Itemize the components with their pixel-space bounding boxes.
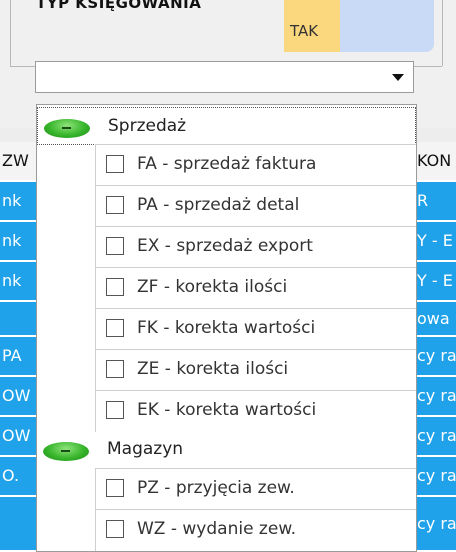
grid-cell[interactable]: cy ra bbox=[415, 337, 456, 375]
dropdown-button[interactable] bbox=[385, 64, 411, 90]
grid-cell[interactable] bbox=[0, 497, 38, 550]
item-label: EK - korekta wartości bbox=[137, 400, 317, 420]
group-header[interactable]: Sprzedaż bbox=[37, 107, 416, 145]
grid-cell[interactable]: cy ra bbox=[415, 417, 456, 455]
checkbox[interactable] bbox=[106, 401, 124, 419]
group-header[interactable]: Magazyn bbox=[37, 431, 416, 469]
list-item[interactable]: PA - sprzedaż detal bbox=[95, 185, 416, 227]
checkbox[interactable] bbox=[106, 319, 124, 337]
checkbox[interactable] bbox=[106, 360, 124, 378]
grid-cell[interactable]: Y - E bbox=[415, 262, 456, 300]
checkbox[interactable] bbox=[106, 479, 124, 497]
group-label: Sprzedaż bbox=[108, 116, 187, 136]
list-item[interactable]: EX - sprzedaż export bbox=[95, 226, 416, 268]
grid-cell[interactable]: nk bbox=[0, 222, 38, 260]
grid-cell[interactable]: OW bbox=[0, 417, 38, 455]
grid-left: ZW nk nk nk PA OW OW O. bbox=[0, 142, 38, 552]
item-label: PZ - przyjęcia zew. bbox=[137, 478, 295, 498]
item-label: FA - sprzedaż faktura bbox=[137, 154, 317, 174]
grid-right: KON R Y - EY - Eowa cy ra cy ra cy ra cy ra cy … bbox=[415, 142, 456, 552]
grid-cell[interactable]: cy ra bbox=[415, 377, 456, 415]
column-header[interactable]: KON bbox=[415, 142, 456, 180]
group-label: Magazyn bbox=[107, 439, 184, 459]
checkbox[interactable] bbox=[106, 278, 124, 296]
grid-cell[interactable]: nk bbox=[0, 182, 38, 220]
collapse-icon[interactable] bbox=[43, 442, 89, 461]
field-label: TYP KSIĘGOWANIA bbox=[36, 0, 202, 12]
group-border bbox=[442, 0, 443, 66]
grid-cell[interactable]: Y - E bbox=[415, 222, 456, 260]
item-label: ZE - korekta ilości bbox=[137, 359, 289, 379]
item-label: PA - sprzedaż detal bbox=[137, 195, 300, 215]
group-border bbox=[10, 0, 11, 66]
checkbox[interactable] bbox=[106, 155, 124, 173]
checkbox[interactable] bbox=[106, 196, 124, 214]
grid-cell[interactable]: R bbox=[415, 182, 456, 220]
collapse-icon[interactable] bbox=[44, 119, 90, 138]
list-item[interactable]: PZ - przyjęcia zew. bbox=[95, 468, 416, 510]
list-item[interactable]: FA - sprzedaż faktura bbox=[95, 144, 416, 186]
dropdown-list: Sprzedaż FA - sprzedaż faktura PA - sprzed… bbox=[36, 104, 417, 552]
grid-cell[interactable]: nk bbox=[0, 262, 38, 300]
grid-cell[interactable]: PA bbox=[0, 337, 38, 375]
typ-combo[interactable] bbox=[35, 61, 414, 93]
list-item[interactable]: ZE - korekta ilości bbox=[95, 349, 416, 391]
item-label: EX - sprzedaż export bbox=[137, 236, 313, 256]
grid-cell[interactable]: O. bbox=[0, 457, 38, 495]
list-item[interactable]: EK - korekta wartości bbox=[95, 390, 416, 432]
grid-cell[interactable]: owa bbox=[415, 302, 456, 335]
item-label: ZF - korekta ilości bbox=[137, 277, 288, 297]
list-item[interactable]: ZF - korekta ilości bbox=[95, 267, 416, 309]
checkbox[interactable] bbox=[106, 237, 124, 255]
list-item[interactable]: WZ - wydanie zew. bbox=[95, 509, 416, 551]
item-label: FK - korekta wartości bbox=[137, 318, 316, 338]
chevron-down-icon bbox=[392, 73, 404, 81]
grid-cell[interactable]: cy ra bbox=[415, 457, 456, 495]
tak-label: TAK bbox=[290, 22, 319, 40]
grid-cell[interactable]: OW bbox=[0, 377, 38, 415]
grid-cell[interactable] bbox=[0, 302, 38, 335]
list-item[interactable]: FK - korekta wartości bbox=[95, 308, 416, 350]
checkbox[interactable] bbox=[106, 520, 124, 538]
grid-cell[interactable]: cy ra bbox=[415, 497, 456, 550]
column-header[interactable]: ZW bbox=[0, 142, 38, 180]
item-label: WZ - wydanie zew. bbox=[137, 519, 297, 539]
